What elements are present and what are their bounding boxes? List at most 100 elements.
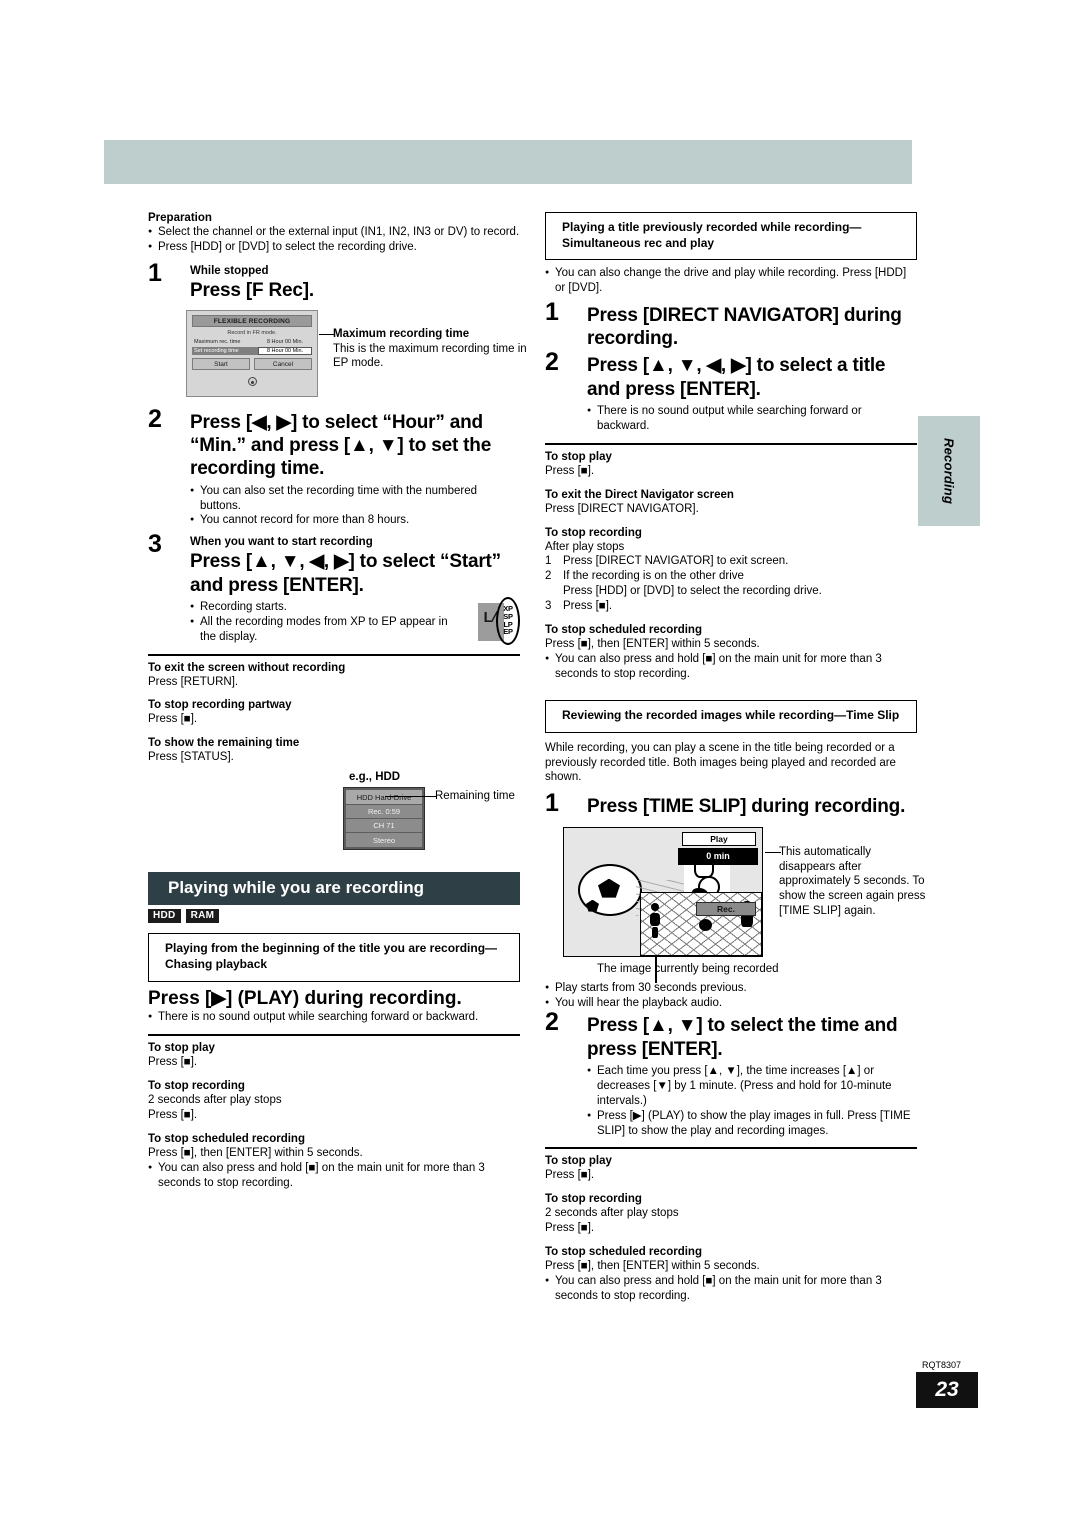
note-line: Press [■], then [ENTER] within 5 seconds… xyxy=(545,1260,760,1273)
list-item: 3 Press [■]. xyxy=(545,599,917,614)
section-divider xyxy=(545,1147,917,1150)
inset-ball-icon xyxy=(699,918,712,931)
right-column: Playing a title previously recorded whil… xyxy=(545,212,925,1304)
fr-max-row: Maximum rec. time 8 Hour 00 Min. xyxy=(192,339,312,345)
numbered-list: 1 Press [DIRECT NAVIGATOR] to exit scree… xyxy=(545,554,917,614)
display-mode-oval: XP SP LP EP xyxy=(496,596,520,645)
note-heading: To stop scheduled recording xyxy=(545,624,702,637)
note-heading: To show the remaining time xyxy=(148,737,300,750)
step-number: 1 xyxy=(545,298,559,327)
note-block: To stop recording 2 seconds after play s… xyxy=(148,1080,520,1123)
note-line: Press [■]. xyxy=(545,1222,595,1235)
timeslip-figure: Play 0 min Rec. This automatically disap… xyxy=(563,826,925,983)
preparation-bullet: Press [HDD] or [DVD] to select the recor… xyxy=(148,240,520,255)
hdd-row-audio: Stereo xyxy=(346,833,422,847)
step-bullet: Press [▶] (PLAY) to show the play images… xyxy=(587,1109,917,1139)
note-block: To show the remaining time Press [STATUS… xyxy=(148,737,520,765)
step-number: 2 xyxy=(545,348,559,377)
step-number: 1 xyxy=(545,789,559,818)
soccer-ball-icon xyxy=(578,863,642,916)
chasing-playback-bullet: There is no sound output while searching… xyxy=(148,1010,520,1025)
step-title: Press [▲, ▼] to select the time and pres… xyxy=(587,1015,898,1060)
note-block: To stop scheduled recording Press [■], t… xyxy=(545,1246,917,1304)
fr-max-value: 8 Hour 00 Min. xyxy=(266,339,304,346)
keeper-figure xyxy=(649,902,661,938)
timeslip-callout-text: This automatically disappears after appr… xyxy=(779,845,926,918)
section-divider xyxy=(148,1034,520,1037)
preparation-bullet: Select the channel or the external input… xyxy=(148,225,520,240)
timeslip-intro: While recording, you can play a scene in… xyxy=(545,741,896,784)
note-line: Press [RETURN]. xyxy=(148,675,239,688)
display-modes-icon: L/ XP SP LP EP xyxy=(478,596,520,645)
badge-hdd: HDD xyxy=(148,908,181,924)
note-line: Press [■], then [ENTER] within 5 seconds… xyxy=(148,1147,363,1160)
note-block: To exit the screen without recording Pre… xyxy=(148,662,520,690)
simul-step-1: 1 Press [DIRECT NAVIGATOR] during record… xyxy=(545,300,917,350)
step-title: Press [DIRECT NAVIGATOR] during recordin… xyxy=(587,305,902,350)
step-title: Press [F Rec]. xyxy=(190,279,314,301)
step-title: Press [▲, ▼, ◀, ▶] to select a title and… xyxy=(587,355,886,400)
side-tab-label: Recording xyxy=(941,437,957,505)
fr-button-row: Start Cancel xyxy=(192,358,312,371)
list-item: 1 Press [DIRECT NAVIGATOR] to exit scree… xyxy=(545,554,917,569)
timeslip-step-1: 1 Press [TIME SLIP] during recording. xyxy=(545,791,917,818)
step-bullet: You can also set the recording time with… xyxy=(190,484,520,514)
badge-ram: RAM xyxy=(185,908,220,924)
page-number: 23 xyxy=(916,1372,978,1408)
note-line: Press [■]. xyxy=(545,464,595,477)
timeslip-bullet: You will hear the playback audio. xyxy=(545,996,917,1011)
display-segment-digit: L/ xyxy=(483,609,499,627)
fr-start-button[interactable]: Start xyxy=(192,358,250,371)
note-heading: To exit the screen without recording xyxy=(148,661,346,674)
stop-recording-block: To stop recording After play stops 1 Pre… xyxy=(545,527,917,615)
note-line: Press [DIRECT NAVIGATOR]. xyxy=(545,502,699,515)
section-divider xyxy=(545,442,917,445)
simul-step-2: 2 Press [▲, ▼, ◀, ▶] to select a title a… xyxy=(545,350,917,433)
step-1: 1 While stopped Press [F Rec]. xyxy=(148,260,520,302)
preparation-heading: Preparation xyxy=(148,212,212,224)
hdd-example-caption: e.g., HDD xyxy=(349,771,401,784)
chasing-playback-title: Press [▶] (PLAY) during recording. xyxy=(148,987,462,1009)
section-header-playing-while-recording: Playing while you are recording xyxy=(148,871,520,905)
step-number: 1 xyxy=(148,258,162,287)
timeslip-step-2: 2 Press [▲, ▼] to select the time and pr… xyxy=(545,1010,917,1139)
list-text: Press [■]. xyxy=(563,600,613,613)
top-decorative-band xyxy=(104,140,912,184)
note-block: To stop play Press [■]. xyxy=(545,1155,917,1183)
simultaneous-bullet: You can also change the drive and play w… xyxy=(545,266,917,296)
step-2: 2 Press [◀, ▶] to select “Hour” and “Min… xyxy=(148,407,520,528)
hdd-row-rec-time: Rec. 0:59 xyxy=(346,804,422,819)
note-line: Press [■], then [ENTER] within 5 seconds… xyxy=(545,638,760,651)
fr-set-label: Set recording time xyxy=(192,347,258,356)
chasing-playback-boxed-title: Playing from the beginning of the title … xyxy=(148,933,520,982)
note-block: To stop play Press [■]. xyxy=(148,1042,520,1070)
fr-callout-body: This is the maximum recording time in EP… xyxy=(333,342,527,370)
note-bullet: You can also press and hold [■] on the m… xyxy=(545,1274,917,1304)
manual-page: Recording Preparation Select the channel… xyxy=(0,0,1080,1528)
step-title: Press [◀, ▶] to select “Hour” and “Min.”… xyxy=(190,412,492,480)
document-code: RQT8307 xyxy=(922,1360,962,1370)
simultaneous-boxed-title: Playing a title previously recorded whil… xyxy=(545,212,917,261)
flexible-recording-figure: FLEXIBLE RECORDING Record in FR mode. Ma… xyxy=(186,310,527,398)
step-title: Press [▲, ▼, ◀, ▶] to select “Start” and… xyxy=(190,551,501,596)
list-text: If the recording is on the other drive P… xyxy=(563,570,822,598)
step-number: 3 xyxy=(148,530,162,559)
page-footer: RQT8307 23 xyxy=(916,1360,978,1408)
step-title: Press [TIME SLIP] during recording. xyxy=(587,796,906,818)
note-line: Press [STATUS]. xyxy=(148,751,234,764)
note-heading: To stop play xyxy=(148,1042,215,1055)
hdd-callout: Remaining time xyxy=(385,789,535,804)
fr-set-value: 8 Hour 00 Min. xyxy=(258,347,312,356)
step-subtitle: While stopped xyxy=(190,264,269,277)
note-heading: To stop recording partway xyxy=(148,699,292,712)
preparation-block: Preparation Select the channel or the ex… xyxy=(148,212,520,255)
hdd-row-channel: CH 71 xyxy=(346,819,422,833)
list-text: Press [DIRECT NAVIGATOR] to exit screen. xyxy=(563,555,789,568)
step-bullet: Each time you press [▲, ▼], the time inc… xyxy=(587,1064,917,1109)
step-number: 2 xyxy=(148,405,162,434)
timeslip-bullet: Play starts from 30 seconds previous. xyxy=(545,981,917,996)
media-badges: HDD RAM xyxy=(148,908,520,924)
note-heading: To exit the Direct Navigator screen xyxy=(545,488,734,501)
callout-leader-line xyxy=(655,956,657,983)
fr-cancel-button[interactable]: Cancel xyxy=(254,358,312,371)
